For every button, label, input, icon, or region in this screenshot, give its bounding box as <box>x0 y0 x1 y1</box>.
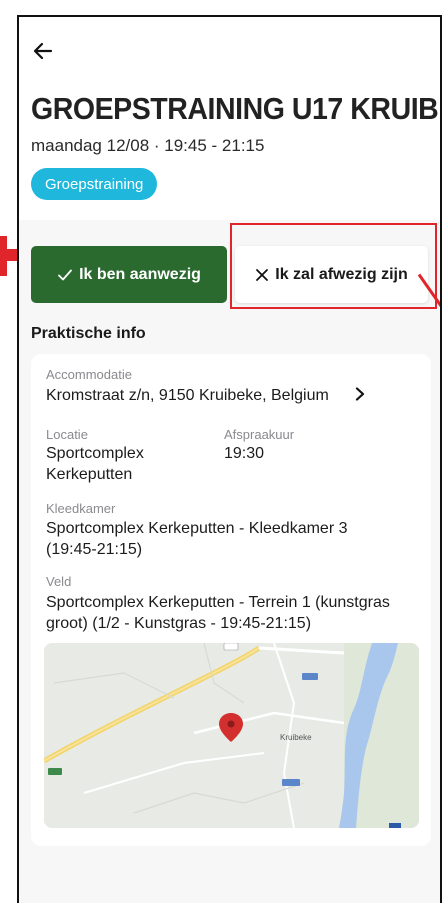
locker-room-value-line1: Sportcomplex Kerkeputten - Kleedkamer 3 <box>46 520 348 537</box>
accommodation-label: Accommodatie <box>46 367 132 382</box>
back-arrow-icon[interactable] <box>31 39 55 63</box>
chevron-right-icon[interactable] <box>353 387 367 401</box>
event-datetime: maandag 12/08 · 19:45 - 21:15 <box>31 136 265 155</box>
field-value-line1: Sportcomplex Kerkeputten - Terrein 1 (ku… <box>46 594 390 611</box>
meeting-time-label: Afspraakuur <box>224 427 295 442</box>
accommodation-link[interactable]: Kromstraat z/n, 9150 Kruibeke, Belgium <box>46 385 329 406</box>
field-value-line2: groot) (1/2 - Kunstgras - 19:45-21:15) <box>46 615 312 632</box>
close-icon <box>256 268 269 281</box>
map-graphic <box>44 643 419 828</box>
info-card: Accommodatie Kromstraat z/n, 9150 Kruibe… <box>31 354 431 846</box>
locker-room-value-line2: (19:45-21:15) <box>46 541 143 558</box>
event-type-badge: Groepstraining <box>31 168 158 200</box>
absent-button-label: Ik zal afwezig zijn <box>275 265 408 283</box>
present-button[interactable]: Ik ben aanwezig <box>31 246 227 303</box>
page-title: GROEPSTRAINING U17 KRUIBEKE <box>31 91 440 126</box>
annotation-marker-bar <box>0 249 17 261</box>
absent-button[interactable]: Ik zal afwezig zijn <box>235 246 428 303</box>
map-place-label: Kruibeke <box>280 733 312 742</box>
meeting-time-value: 19:30 <box>224 445 265 462</box>
screen: GROEPSTRAINING U17 KRUIBEKE maandag 12/0… <box>17 15 442 903</box>
locker-room-label: Kleedkamer <box>46 501 116 516</box>
location-value-line1: Sportcomplex <box>46 445 144 462</box>
location-value-line2: Kerkeputten <box>46 466 133 483</box>
location-map[interactable]: Kruibeke <box>44 643 419 828</box>
check-icon <box>58 269 72 280</box>
section-title: Praktische info <box>31 325 146 342</box>
present-button-label: Ik ben aanwezig <box>79 265 201 283</box>
event-header: GROEPSTRAINING U17 KRUIBEKE maandag 12/0… <box>19 17 440 220</box>
location-label: Locatie <box>46 427 88 442</box>
field-label: Veld <box>46 574 72 589</box>
